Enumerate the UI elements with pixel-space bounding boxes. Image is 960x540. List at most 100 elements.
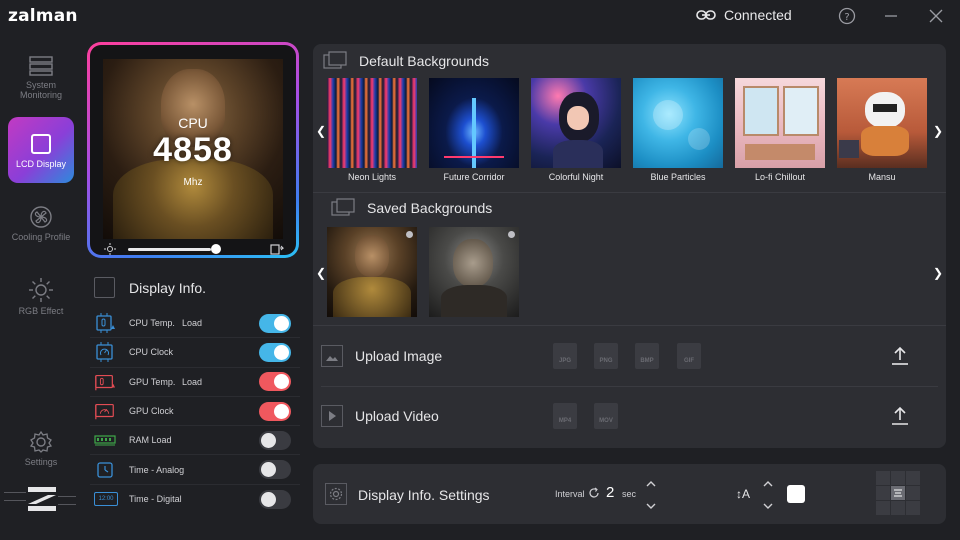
rotate-screen-icon[interactable] [270, 243, 284, 255]
preview-armor-shape [113, 159, 273, 239]
display-info-header: Display Info. [94, 277, 206, 298]
default-backgrounds-list: Neon Lights Future Corridor Colorful Nig… [327, 78, 927, 182]
font-size-stepper[interactable] [761, 480, 775, 510]
display-info-title: Display Info. [129, 279, 207, 296]
mp4-format-icon: MP4 [553, 403, 577, 429]
nav-label: RGB Effect [18, 305, 64, 316]
neon-lights-image [327, 78, 417, 168]
nav-label: Settings [24, 456, 58, 467]
png-format-icon: PNG [594, 343, 618, 369]
display-info-row: 12:00 Time - Digital [90, 485, 300, 514]
brightness-control [104, 243, 284, 255]
nav-item-rgb-effect[interactable]: RGB Effect [8, 263, 74, 329]
position-cell[interactable] [906, 501, 920, 515]
display-info-list: CPU Temp. Load CPU Clock GPU Temp. Load … [90, 309, 300, 514]
background-caption: Blue Particles [650, 172, 706, 182]
upload-icon [892, 406, 908, 425]
gpu-temp-icon [94, 372, 116, 392]
close-icon [929, 9, 943, 23]
default-prev-arrow[interactable]: ❮ [316, 124, 326, 138]
settings-title: Display Info. Settings [358, 487, 490, 503]
saved-prev-arrow[interactable]: ❮ [316, 266, 326, 280]
preview-metric-value: 4858 [153, 131, 233, 169]
position-cell[interactable] [876, 486, 890, 500]
saved-remove-dot[interactable] [508, 231, 515, 238]
saved-next-arrow[interactable]: ❯ [933, 266, 943, 280]
saved-thumb[interactable] [429, 227, 519, 317]
position-cell[interactable] [876, 471, 890, 485]
display-info-label: Time - Analog [129, 464, 185, 475]
clock-icon [94, 460, 116, 480]
interval-stepper[interactable] [644, 480, 658, 510]
display-info-row: GPU Temp. Load [90, 368, 300, 397]
brightness-icon [104, 243, 116, 255]
background-thumb[interactable]: Neon Lights [327, 78, 417, 182]
preview-background-image: CPU 4858 Mhz [103, 59, 283, 239]
display-info-label: CPU Clock [129, 347, 174, 358]
background-caption: Future Corridor [443, 172, 505, 182]
time-digital-toggle[interactable] [259, 489, 291, 509]
chevron-down-icon[interactable] [762, 502, 774, 510]
position-cell[interactable] [891, 501, 905, 515]
display-info-row: Time - Analog [90, 455, 300, 485]
display-info-label: RAM Load [129, 435, 172, 446]
text-color-swatch[interactable] [787, 485, 805, 503]
help-button[interactable]: ? [836, 5, 858, 27]
text-position-grid[interactable] [876, 471, 920, 515]
minimize-button[interactable] [880, 5, 902, 27]
position-cell[interactable] [906, 486, 920, 500]
position-cell-selected[interactable] [891, 486, 905, 500]
app-logo: zalman [8, 6, 78, 26]
background-thumb[interactable]: Colorful Night [531, 78, 621, 182]
position-cell[interactable] [876, 501, 890, 515]
ram-load-toggle[interactable] [259, 430, 291, 450]
default-next-arrow[interactable]: ❯ [933, 124, 943, 138]
position-cell[interactable] [906, 471, 920, 485]
cpu-clock-toggle[interactable] [259, 342, 291, 362]
chevron-up-icon[interactable] [645, 480, 657, 488]
ram-icon [94, 430, 116, 450]
saved-thumb[interactable] [327, 227, 417, 317]
settings-gear-icon [325, 483, 347, 505]
position-cell[interactable] [891, 471, 905, 485]
chevron-up-icon[interactable] [762, 480, 774, 488]
gear-icon [29, 430, 53, 453]
images-icon [323, 51, 347, 69]
nav-item-system-monitoring[interactable]: System Monitoring [8, 44, 74, 110]
display-info-row: GPU Clock [90, 397, 300, 427]
nav-label: Cooling Profile [11, 231, 71, 242]
display-info-row: RAM Load [90, 426, 300, 456]
background-thumb[interactable]: Future Corridor [429, 78, 519, 182]
nav-item-settings[interactable]: Settings [8, 415, 74, 481]
connection-label: Connected [724, 7, 792, 23]
brand-mark-icon [4, 487, 76, 511]
brightness-slider-handle[interactable] [211, 244, 222, 254]
saved-remove-dot[interactable] [406, 231, 413, 238]
default-backgrounds-title: Default Backgrounds [359, 53, 489, 69]
colorful-night-image [531, 78, 621, 168]
background-thumb[interactable]: Blue Particles [633, 78, 723, 182]
jpg-format-icon: JPG [553, 343, 577, 369]
brightness-slider-track[interactable] [128, 248, 212, 251]
background-thumb[interactable]: Lo-fi Chillout [735, 78, 825, 182]
gpu-clock-toggle[interactable] [259, 401, 291, 421]
display-info-checkbox[interactable] [94, 277, 115, 298]
chevron-down-icon[interactable] [645, 502, 657, 510]
nav-item-lcd-display[interactable]: LCD Display [8, 117, 74, 183]
nav-item-cooling-profile[interactable]: Cooling Profile [8, 190, 74, 256]
upload-image-button[interactable] [889, 345, 911, 367]
gpu-temp-toggle[interactable] [259, 372, 291, 392]
nav-label: LCD Display [15, 158, 66, 169]
background-caption: Lo-fi Chillout [754, 172, 806, 182]
future-corridor-image [429, 78, 519, 168]
svg-text:?: ? [844, 12, 849, 23]
cpu-temp-toggle[interactable] [259, 313, 291, 333]
background-thumb[interactable]: Mansu [837, 78, 927, 182]
close-button[interactable] [925, 5, 947, 27]
upload-video-button[interactable] [889, 405, 911, 427]
display-info-settings-bar: Display Info. Settings Interval 2 sec ↕A [313, 464, 946, 524]
digital-clock-icon-text: 12:00 [98, 496, 114, 503]
display-info-row: CPU Clock [90, 338, 300, 368]
mansu-image [837, 78, 927, 168]
time-analog-toggle[interactable] [259, 460, 291, 480]
